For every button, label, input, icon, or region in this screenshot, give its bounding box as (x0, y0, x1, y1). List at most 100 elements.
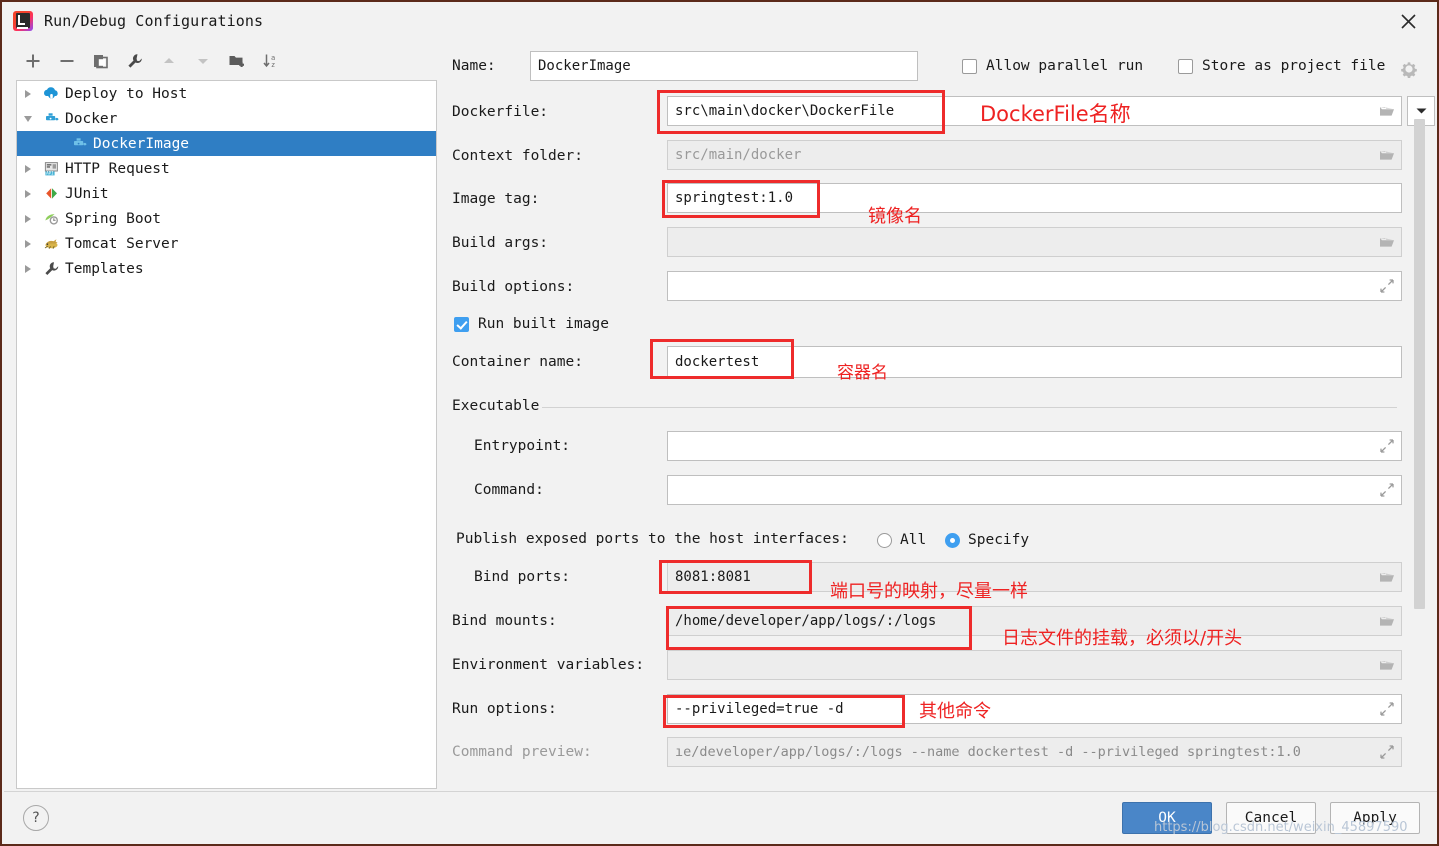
publish-ports-label: Publish exposed ports to the host interf… (456, 531, 849, 547)
browse-folder-icon[interactable] (1373, 228, 1401, 256)
expander-collapsed-icon[interactable] (17, 156, 39, 181)
bind-ports-value: 8081:8081 (675, 569, 751, 585)
build-args-input[interactable] (667, 227, 1402, 257)
junit-icon (39, 181, 63, 206)
publish-specify-radio[interactable]: Specify (945, 532, 1029, 548)
publish-specify-label: Specify (968, 532, 1030, 548)
checkbox-box-checked (454, 316, 469, 332)
edit-templates-wrench-icon[interactable] (118, 46, 152, 76)
expander-collapsed-icon[interactable] (17, 256, 39, 281)
expand-editor-icon[interactable] (1373, 476, 1401, 504)
tree-item-label: Spring Boot (65, 210, 162, 227)
new-folder-icon[interactable] (220, 46, 254, 76)
store-as-project-file-label: Store as project file (1202, 58, 1386, 74)
apply-button[interactable]: Apply (1330, 802, 1420, 834)
templates-wrench-icon (39, 256, 63, 281)
tree-item-spring-boot[interactable]: Spring Boot (17, 206, 436, 231)
allow-parallel-run-checkbox[interactable]: Allow parallel run (962, 58, 1143, 74)
command-input[interactable] (667, 475, 1402, 505)
run-built-image-checkbox[interactable]: Run built image (454, 316, 609, 332)
checkbox-box (962, 58, 977, 74)
context-folder-input[interactable]: src/main/docker (667, 140, 1402, 170)
remove-icon[interactable] (50, 46, 84, 76)
move-up-icon[interactable] (152, 46, 186, 76)
configurations-tree[interactable]: Deploy to Host Docker DockerImage API HT… (16, 80, 437, 789)
bind-ports-label: Bind ports: (474, 569, 571, 585)
intellij-idea-icon (13, 11, 33, 31)
command-preview-value: ıe/developer/app/logs/:/logs --name dock… (675, 744, 1301, 760)
browse-folder-icon[interactable] (1373, 563, 1401, 591)
run-options-input[interactable]: --privileged=true -d (667, 694, 1402, 724)
close-icon[interactable] (1387, 6, 1429, 36)
tree-item-templates[interactable]: Templates (17, 256, 436, 281)
bind-mounts-label: Bind mounts: (452, 613, 557, 629)
allow-parallel-run-label: Allow parallel run (986, 58, 1144, 74)
tree-item-http-request[interactable]: API HTTP Request (17, 156, 436, 181)
expander-expanded-icon[interactable] (17, 106, 39, 131)
context-folder-placeholder: src/main/docker (675, 147, 802, 163)
publish-all-radio[interactable]: All (877, 532, 926, 548)
command-preview-input[interactable]: ıe/developer/app/logs/:/logs --name dock… (667, 737, 1402, 767)
annotation-text-container-name: 容器名 (837, 363, 888, 383)
spring-boot-icon (39, 206, 63, 231)
expander-collapsed-icon[interactable] (17, 206, 39, 231)
ok-button[interactable]: OK (1122, 802, 1212, 834)
svg-text:z: z (271, 61, 275, 69)
tree-item-label: JUnit (65, 185, 109, 202)
tree-item-junit[interactable]: JUnit (17, 181, 436, 206)
dockerfile-label: Dockerfile: (452, 104, 549, 120)
container-name-input[interactable]: dockertest (667, 346, 1402, 378)
publish-all-label: All (900, 532, 927, 548)
tree-item-label: DockerImage (93, 135, 190, 152)
expand-editor-icon[interactable] (1373, 432, 1401, 460)
tree-item-tomcat-server[interactable]: Tomcat Server (17, 231, 436, 256)
cancel-button[interactable]: Cancel (1226, 802, 1316, 834)
page-title: Run/Debug Configurations (44, 12, 264, 30)
sort-alphabetically-icon[interactable]: a z (254, 46, 288, 76)
tree-item-label: Docker (65, 110, 118, 127)
bind-ports-input[interactable]: 8081:8081 (667, 562, 1402, 592)
entrypoint-input[interactable] (667, 431, 1402, 461)
move-down-icon[interactable] (186, 46, 220, 76)
browse-folder-icon[interactable] (1373, 97, 1401, 125)
expand-editor-icon[interactable] (1373, 738, 1401, 766)
help-button[interactable]: ? (23, 805, 49, 831)
checkbox-box (1178, 58, 1193, 74)
container-name-label: Container name: (452, 354, 583, 370)
expander-collapsed-icon[interactable] (17, 181, 39, 206)
expand-editor-icon[interactable] (1373, 695, 1401, 723)
scrollbar-thumb[interactable] (1414, 119, 1425, 609)
name-input[interactable]: DockerImage (530, 51, 918, 81)
http-request-icon: API (39, 156, 63, 181)
browse-folder-icon[interactable] (1373, 141, 1401, 169)
form-scrollbar[interactable] (1413, 97, 1427, 787)
image-tag-label: Image tag: (452, 191, 540, 207)
copy-icon[interactable] (84, 46, 118, 76)
browse-folder-icon[interactable] (1373, 607, 1401, 635)
expander-collapsed-icon[interactable] (17, 81, 39, 106)
tomcat-icon (39, 231, 63, 256)
tree-item-dockerimage[interactable]: DockerImage (17, 131, 436, 156)
environment-variables-input[interactable] (667, 650, 1402, 680)
expander-collapsed-icon[interactable] (17, 231, 39, 256)
title-bar: Run/Debug Configurations (2, 2, 1437, 40)
build-options-input[interactable] (667, 271, 1402, 301)
tree-item-label: Tomcat Server (65, 235, 179, 252)
tree-item-deploy-to-host[interactable]: Deploy to Host (17, 81, 436, 106)
radio-dot (877, 532, 892, 548)
footer-divider (4, 791, 1437, 792)
entrypoint-label: Entrypoint: (474, 438, 571, 454)
store-as-project-file-checkbox[interactable]: Store as project file (1178, 58, 1385, 74)
gear-icon[interactable] (1400, 60, 1418, 78)
tree-item-label: Templates (65, 260, 144, 277)
expand-editor-icon[interactable] (1373, 272, 1401, 300)
image-tag-input[interactable]: springtest:1.0 (667, 183, 1402, 213)
add-icon[interactable] (16, 46, 50, 76)
command-label: Command: (474, 482, 544, 498)
tree-item-label: Deploy to Host (65, 85, 188, 102)
docker-icon (67, 131, 91, 156)
browse-folder-icon[interactable] (1373, 651, 1401, 679)
environment-variables-label: Environment variables: (452, 657, 645, 673)
tree-item-docker[interactable]: Docker (17, 106, 436, 131)
name-label: Name: (452, 58, 496, 74)
